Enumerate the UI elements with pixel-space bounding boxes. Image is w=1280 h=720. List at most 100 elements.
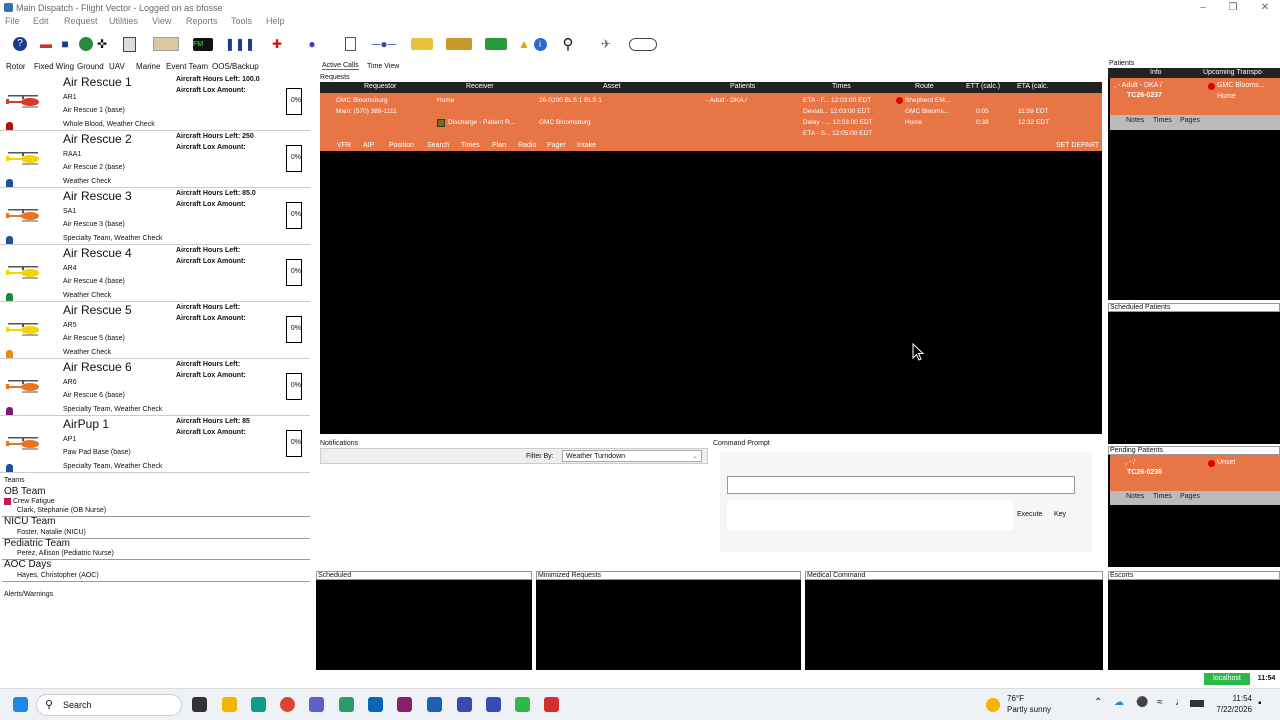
column-eta[interactable]: ETA (calc. — [1017, 83, 1048, 90]
column-upcoming[interactable]: Upcoming Transpo — [1203, 69, 1262, 76]
microphone-icon[interactable]: ⚫ — [1136, 697, 1148, 708]
search-icon[interactable]: ⚲ — [558, 33, 578, 55]
person-icon[interactable]: ● — [304, 33, 320, 55]
aircraft-row[interactable]: Air Rescue 3 SA1 Air Rescue 3 (base) Specia… — [0, 188, 310, 245]
info-icon[interactable]: i — [532, 33, 548, 55]
tab-notes[interactable]: Notes — [1126, 117, 1144, 124]
team-member[interactable]: Foster, Natalie (NICU) — [17, 529, 86, 536]
minimize-button[interactable]: – — [1188, 2, 1218, 13]
column-route[interactable]: Route — [915, 83, 934, 90]
action-pager[interactable]: Pager — [547, 142, 566, 149]
set-depart-button[interactable]: SET DEPART — [1056, 142, 1099, 149]
escorts-pane[interactable] — [1108, 580, 1280, 670]
aircraft-row[interactable]: AirPup 1 AP1 Paw Pad Base (base) Specialty … — [0, 416, 310, 473]
app-icon[interactable] — [486, 697, 501, 712]
team-nicu[interactable]: NICU Team — [4, 516, 56, 527]
column-info[interactable]: Info — [1150, 69, 1162, 76]
aircraft-row[interactable]: Air Rescue 4 AR4 Air Rescue 4 (base) Weathe… — [0, 245, 310, 302]
menu-request[interactable]: Request — [64, 16, 98, 26]
tab-marine[interactable]: Marine — [136, 62, 160, 71]
close-button[interactable]: ✕ — [1250, 2, 1280, 13]
scheduled-pane[interactable] — [316, 580, 532, 670]
grid-icon[interactable]: ■ — [58, 33, 72, 55]
column-patients[interactable]: Patients — [730, 83, 755, 90]
tab-active-calls[interactable]: Active Calls — [322, 62, 359, 70]
action-intake[interactable]: Intake — [577, 142, 596, 149]
medical-cross-icon[interactable]: ✚ — [268, 33, 286, 55]
transfer-icon[interactable] — [444, 33, 474, 55]
action-aip[interactable]: AIP — [363, 142, 374, 149]
edge-icon[interactable] — [251, 697, 266, 712]
document-icon[interactable] — [342, 33, 358, 55]
tab-uav[interactable]: UAV — [109, 62, 125, 71]
menu-help[interactable]: Help — [266, 16, 285, 26]
calculator-icon[interactable] — [120, 33, 138, 55]
key-button[interactable]: Key — [1054, 511, 1066, 518]
crosshair-icon[interactable]: ✜ — [95, 33, 109, 55]
tab-pages[interactable]: Pages — [1180, 493, 1200, 500]
team-pediatric[interactable]: Pediatric Team — [4, 538, 70, 549]
taskbar-search[interactable]: ⚲ Search — [36, 694, 182, 716]
chat-bubble-icon[interactable] — [628, 33, 658, 55]
column-requestor[interactable]: Requestor — [364, 83, 396, 90]
tab-notes[interactable]: Notes — [1126, 493, 1144, 500]
tab-event-team[interactable]: Event Team — [166, 62, 208, 71]
file-explorer-icon[interactable] — [222, 697, 237, 712]
action-position[interactable]: Position — [389, 142, 414, 149]
command-input[interactable] — [727, 476, 1075, 494]
request-row[interactable]: GMC Bloomsburg Main: (570) 389-1111 Home… — [320, 93, 1102, 140]
chevron-up-icon[interactable]: ⌃ — [1094, 697, 1102, 708]
warning-icon[interactable]: ▲ — [516, 33, 532, 55]
cloud-icon[interactable]: ☁ — [1114, 697, 1124, 708]
medical-command-pane[interactable] — [805, 580, 1103, 670]
clock-time[interactable]: 11:54 — [1220, 694, 1252, 703]
tab-pages[interactable]: Pages — [1180, 117, 1200, 124]
team-ob[interactable]: OB Team — [4, 486, 46, 497]
aircraft-row[interactable]: Air Rescue 6 AR6 Air Rescue 6 (base) Specia… — [0, 359, 310, 416]
action-times[interactable]: Times — [461, 142, 480, 149]
tab-times[interactable]: Times — [1153, 493, 1172, 500]
equalizer-icon[interactable]: ❚❚❚ — [225, 33, 255, 55]
patient-card[interactable]: , - Adult - DKA / TC26-0237 GMC Blooms..… — [1110, 78, 1280, 130]
aircraft-row[interactable]: Air Rescue 1 AR1 Air Rescue 1 (base) Whole … — [0, 74, 310, 131]
action-radio[interactable]: Radio — [518, 142, 536, 149]
app-icon[interactable] — [515, 697, 530, 712]
tab-time-view[interactable]: Time View — [367, 63, 399, 70]
chrome-icon[interactable] — [280, 697, 295, 712]
app-icon[interactable] — [457, 697, 472, 712]
requests-list-area[interactable] — [320, 151, 1102, 434]
teams-icon[interactable] — [309, 697, 324, 712]
minimized-requests-pane[interactable] — [536, 580, 801, 670]
team-member[interactable]: Hayes, Christopher (AOC) — [17, 572, 99, 579]
tab-rotor[interactable]: Rotor — [6, 62, 26, 71]
tab-fixed-wing[interactable]: Fixed Wing — [34, 62, 74, 71]
battery-icon[interactable] — [1190, 700, 1204, 707]
tab-times[interactable]: Times — [1153, 117, 1172, 124]
globe-icon[interactable] — [78, 33, 94, 55]
execute-button[interactable]: Execute — [1017, 511, 1042, 518]
column-ett[interactable]: ETT (calc.) — [966, 83, 1000, 90]
team-member[interactable]: Perez, Allison (Pediatric Nurse) — [17, 550, 114, 557]
onenote-icon[interactable] — [397, 697, 412, 712]
task-view-icon[interactable] — [192, 697, 207, 712]
team-member[interactable]: Clark, Stephanie (OB Nurse) — [17, 507, 106, 514]
menu-reports[interactable]: Reports — [186, 16, 218, 26]
scheduled-patients-pane[interactable] — [1108, 312, 1280, 444]
menu-tools[interactable]: Tools — [231, 16, 252, 26]
outlook-icon[interactable] — [368, 697, 383, 712]
filter-select[interactable]: Weather Turndown ⌄ — [562, 450, 702, 462]
money-icon[interactable] — [484, 33, 508, 55]
action-plan[interactable]: Plan — [492, 142, 506, 149]
notification-bell-icon[interactable]: ▪ — [1258, 698, 1262, 709]
aircraft-row[interactable]: Air Rescue 5 AR5 Air Rescue 5 (base) Weathe… — [0, 302, 310, 359]
ambulance-icon[interactable] — [410, 33, 434, 55]
app-icon[interactable] — [427, 697, 442, 712]
help-icon[interactable]: ? — [12, 33, 28, 55]
pending-patient-card[interactable]: , - / TC26-0236 Unset Notes Times Pages — [1110, 455, 1280, 505]
wifi-icon[interactable]: ≈ — [1157, 697, 1163, 708]
flag-icon[interactable]: ▬ — [38, 33, 54, 55]
app-icon[interactable] — [339, 697, 354, 712]
column-receiver[interactable]: Receiver — [466, 83, 494, 90]
action-vfr[interactable]: VFR — [337, 142, 351, 149]
tab-ground[interactable]: Ground — [77, 62, 104, 71]
